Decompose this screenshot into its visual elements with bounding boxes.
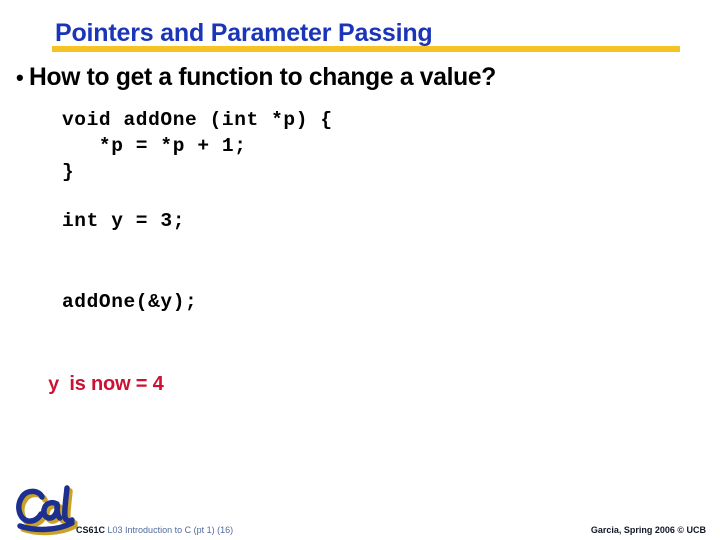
code-block-declaration: int y = 3; — [62, 210, 186, 232]
footer-course-info: CS61C L03 Introduction to C (pt 1) (16) — [76, 524, 233, 536]
slide-canvas: Pointers and Parameter Passing • How to … — [0, 0, 720, 540]
footer-lecture-title: L03 Introduction to C (pt 1) (16) — [107, 525, 234, 535]
bullet-text: How to get a function to change a value? — [28, 63, 496, 91]
bullet-line: • How to get a function to change a valu… — [16, 63, 503, 91]
bullet-marker-icon: • — [16, 65, 24, 90]
code-block-call: addOne(&y); — [62, 291, 198, 313]
cal-logo-icon — [9, 482, 81, 538]
footer-course-code: CS61C — [76, 525, 106, 535]
footer-credit: Garcia, Spring 2006 © UCB — [590, 525, 706, 535]
result-line: y is now = 4 — [48, 372, 164, 397]
result-variable: y — [48, 374, 60, 396]
result-text: is now = 4 — [69, 373, 164, 395]
code-block-function: void addOne (int *p) { *p = *p + 1; } — [62, 109, 333, 183]
slide-title: Pointers and Parameter Passing — [55, 19, 433, 47]
title-underline-rule — [52, 46, 680, 52]
